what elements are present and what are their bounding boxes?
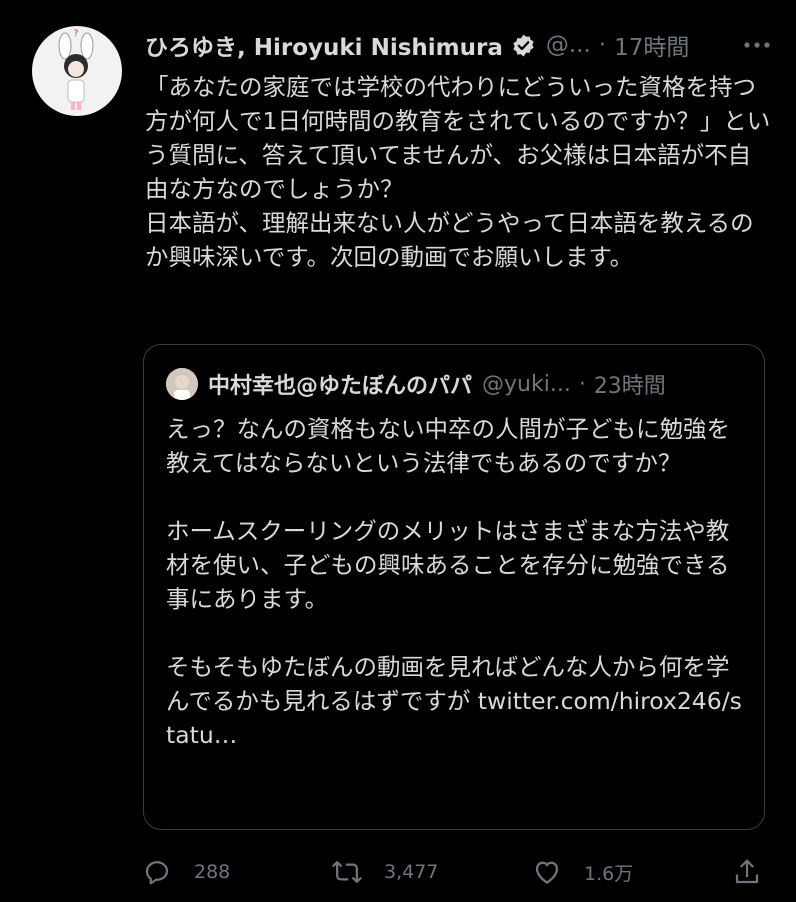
svg-text:?: ? (74, 29, 79, 39)
reply-button[interactable]: 288 (140, 850, 230, 894)
reply-icon (140, 855, 174, 889)
quoted-separator-dot: · (578, 371, 586, 397)
quoted-tweet-timestamp[interactable]: 23時間 (594, 368, 666, 400)
quoted-author-name[interactable]: 中村幸也@ゆたぼんのパパ (208, 368, 472, 400)
like-count: 1.6万 (584, 862, 634, 885)
reply-count: 288 (194, 861, 231, 883)
retweet-button[interactable]: 3,477 (330, 850, 438, 894)
tweet-header: ひろゆき, Hiroyuki Nishimura @... · 17時間 (145, 26, 777, 64)
quoted-author-handle[interactable]: @yuki... (482, 372, 571, 397)
share-icon (730, 855, 764, 889)
separator-dot: · (598, 32, 607, 58)
more-horizontal-icon[interactable] (737, 26, 777, 64)
quoted-tweet[interactable]: 中村幸也@ゆたぼんのパパ @yuki... · 23時間 えっ？なんの資格もない… (143, 344, 765, 830)
tweet-timestamp[interactable]: 17時間 (614, 28, 689, 62)
retweet-count: 3,477 (384, 861, 439, 883)
retweet-icon (330, 855, 364, 889)
tweet-text: 「あなたの家庭では学校の代わりにどういった資格を持つ方が何人で1日何時間の教育を… (145, 73, 771, 271)
quoted-avatar-photo-icon (166, 368, 198, 400)
author-name[interactable]: ひろゆき, Hiroyuki Nishimura (145, 28, 503, 62)
share-button[interactable] (730, 850, 764, 894)
quoted-tweet-header: 中村幸也@ゆたぼんのパパ @yuki... · 23時間 (166, 367, 746, 401)
quoted-tweet-text: えっ？なんの資格もない中卒の人間が子どもに勉強を教えてはならないという法律でもあ… (166, 415, 742, 749)
quoted-author-avatar[interactable] (166, 368, 198, 400)
tweet-actions: 288 3,477 1.6万 (140, 850, 780, 894)
heart-icon (530, 855, 564, 889)
verified-badge-icon (511, 33, 536, 58)
avatar-illustration-icon: ? (58, 29, 94, 110)
like-button[interactable]: 1.6万 (530, 850, 633, 894)
author-avatar[interactable]: ? (32, 26, 122, 116)
author-handle[interactable]: @... (546, 32, 591, 58)
